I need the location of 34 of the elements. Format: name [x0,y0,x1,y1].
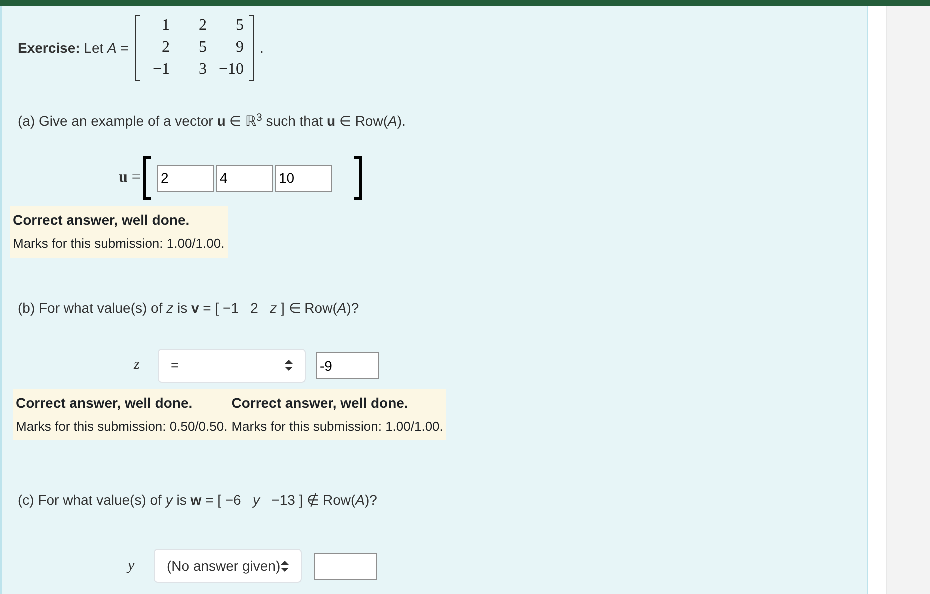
matrix-entry: 3 [198,60,208,80]
right-bracket [354,156,362,200]
up-down-arrows-icon [285,360,293,371]
up-down-arrows-icon [281,560,289,572]
answer-input-field[interactable]: 4 [216,164,273,192]
period-text: . [260,38,264,58]
left-bracket [142,156,151,200]
matrix-entry: −10 [219,60,244,80]
vector-label: u = [119,168,141,188]
answer-input-field[interactable] [314,552,377,580]
answer-input-field[interactable]: 2 [156,164,214,192]
matrix-entry: 1 [160,16,170,36]
matrix-entry: 9 [235,38,244,58]
marks-text: Marks for this submission: 0.50/0.50. [16,418,228,436]
answer-dropdown[interactable]: = [158,348,306,382]
matrix-entry: 5 [198,38,208,58]
matrix-entry: 2 [198,16,208,36]
feedback-message: Correct answer, well done. [232,394,410,412]
question-text: (b) For what value(s) of z is v = [ −1 2 z ] ∈ Row(A)? [18,298,360,318]
matrix-entry: −1 [152,60,170,80]
answer-input-field[interactable]: 10 [274,164,332,192]
question-text: (c) For what value(s) of y is w = [ −6 y −13 ] ∉ Row(A)? [18,491,378,510]
matrix-entry: 5 [235,16,244,36]
variable-label: z [134,356,141,376]
question-text: (a) Give an example of a vector u ∈ ℝ$^{3}$ such that u ∈ Row(A). [18,111,407,131]
marks-text: Marks for this submission: 1.00/1.00. [232,418,444,436]
marks-text: Marks for this submission: 1.00/1.00. [13,235,225,253]
feedback-message: Correct answer, well done. [13,211,191,230]
variable-label: y [128,556,136,576]
answer-dropdown[interactable]: (No answer given) [154,549,302,583]
feedback-message: Correct answer, well done. [16,394,194,412]
exercise-text: Exercise: Let A = [18,38,129,58]
answer-input-field[interactable]: -9 [316,352,379,379]
matrix-entry: 2 [160,38,170,58]
